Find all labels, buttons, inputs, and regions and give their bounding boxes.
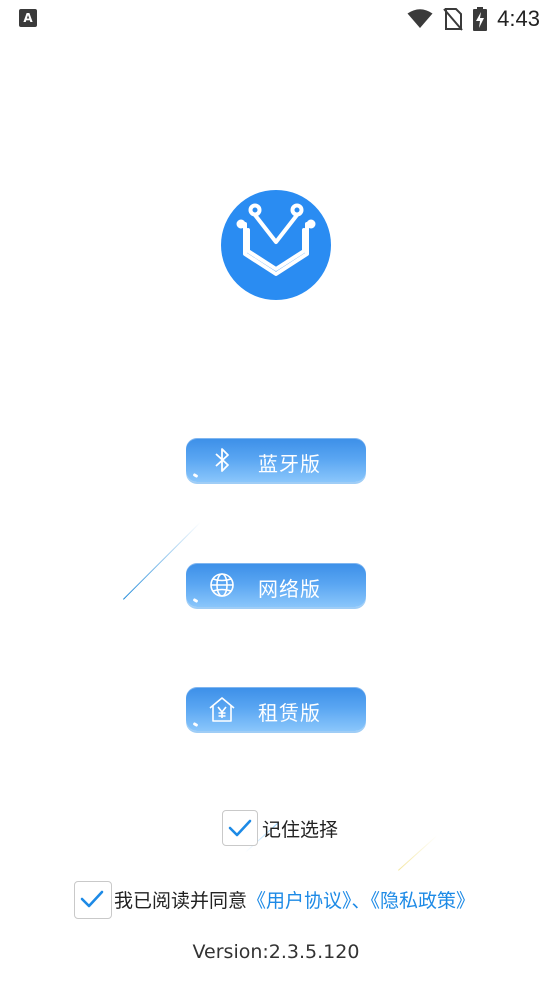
agreement-separator: 、	[351, 890, 371, 912]
button-highlight	[192, 597, 199, 604]
decorative-streak	[398, 835, 438, 871]
globe-icon	[210, 573, 234, 597]
button-highlight	[192, 721, 199, 728]
agreement-checkbox[interactable]	[74, 881, 112, 919]
version-text: Version:2.3.5.120	[192, 941, 360, 963]
agreement-text: 我已阅读并同意《用户协议》、《隐私政策》	[114, 886, 475, 913]
bluetooth-mode-button[interactable]: 蓝牙版	[186, 438, 366, 482]
remember-choice-label: 记住选择	[262, 819, 339, 841]
mode-label: 租赁版	[258, 701, 321, 725]
remember-choice-checkbox[interactable]	[222, 810, 258, 846]
checkmark-icon	[80, 890, 104, 908]
status-bar: A 4:43	[0, 0, 552, 38]
button-highlight	[192, 472, 199, 479]
house-yen-icon	[209, 697, 235, 722]
agreement-prefix: 我已阅读并同意	[114, 890, 248, 912]
status-time: 4:43	[497, 6, 540, 31]
wifi-icon	[407, 9, 433, 28]
bluetooth-icon	[215, 448, 229, 472]
status-icons: 4:43	[407, 4, 540, 34]
privacy-policy-link[interactable]: 《隐私政策》	[371, 890, 476, 912]
battery-charging-icon	[473, 7, 488, 31]
notification-badge: A	[19, 9, 37, 27]
rental-mode-button[interactable]: 租赁版	[186, 687, 366, 731]
no-sim-icon	[443, 8, 463, 31]
user-agreement-link[interactable]: 《用户协议》	[247, 890, 352, 912]
mode-label: 蓝牙版	[258, 452, 321, 476]
circuit-v-logo-icon	[236, 203, 316, 276]
mode-label: 网络版	[258, 577, 321, 601]
network-mode-button[interactable]: 网络版	[186, 563, 366, 607]
checkmark-icon	[228, 819, 252, 837]
app-logo	[221, 190, 331, 300]
